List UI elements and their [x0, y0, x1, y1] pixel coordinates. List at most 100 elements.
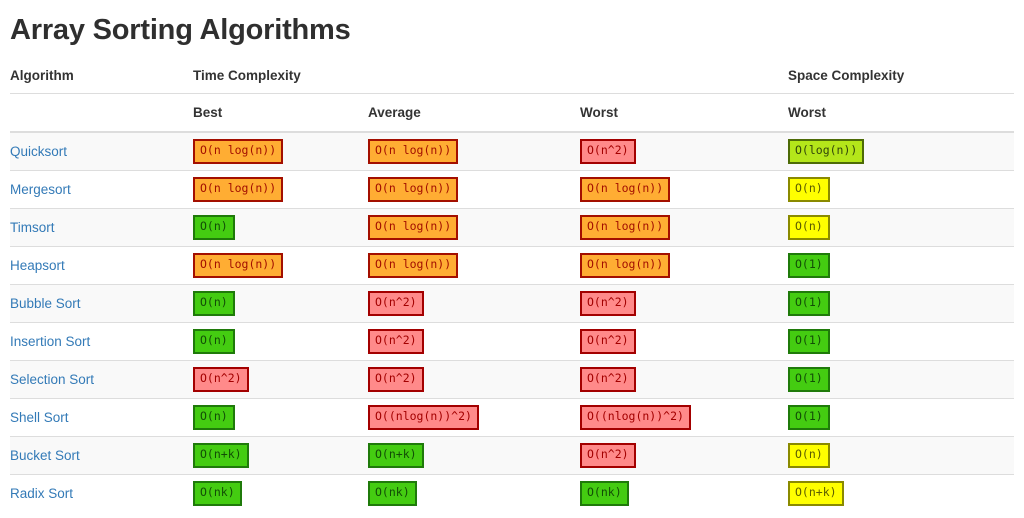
complexity-badge-worst: O(nk) [580, 481, 629, 506]
header-time-complexity-spacer-1 [368, 60, 580, 95]
cell-average: O(n log(n)) [368, 169, 580, 209]
cell-average: O(n+k) [368, 435, 580, 475]
complexity-badge-best: O(n log(n)) [193, 177, 284, 202]
table-sub-header-row: Best Average Worst Worst [10, 93, 1014, 134]
cell-worst: O((nlog(n))^2) [580, 397, 788, 437]
complexity-badge-best: O(n) [193, 329, 235, 354]
complexity-badge-space-worst: O(1) [788, 291, 830, 316]
cell-algorithm: Bucket Sort [10, 435, 193, 475]
algorithm-link[interactable]: Quicksort [10, 144, 67, 159]
complexity-badge-average: O(n^2) [368, 329, 424, 354]
complexity-badge-average: O(n log(n)) [368, 253, 459, 278]
complexity-badge-average: O(n log(n)) [368, 139, 459, 164]
cell-best: O(n) [193, 283, 368, 323]
complexity-badge-space-worst: O(1) [788, 405, 830, 430]
cell-average: O(nk) [368, 473, 580, 513]
table-row: Mergesort O(n log(n)) O(n log(n)) O(n log(n… [10, 169, 1014, 209]
complexity-badge-average: O(n^2) [368, 367, 424, 392]
algorithm-link[interactable]: Mergesort [10, 182, 71, 197]
cell-space-worst: O(1) [788, 397, 1014, 437]
table-header: Algorithm Time Complexity Space Complexi… [10, 60, 1014, 134]
cell-space-worst: O(n) [788, 169, 1014, 209]
cell-best: O(nk) [193, 473, 368, 513]
complexity-badge-worst: O(n log(n)) [580, 253, 671, 278]
algorithm-link[interactable]: Heapsort [10, 258, 65, 273]
complexity-badge-average: O((nlog(n))^2) [368, 405, 479, 430]
algorithm-link[interactable]: Timsort [10, 220, 55, 235]
cell-space-worst: O(n) [788, 207, 1014, 247]
cell-best: O(n) [193, 207, 368, 247]
header-space-complexity: Space Complexity [788, 60, 1014, 95]
complexity-badge-space-worst: O(1) [788, 253, 830, 278]
cell-space-worst: O(1) [788, 359, 1014, 399]
algorithm-link[interactable]: Insertion Sort [10, 334, 90, 349]
cell-worst: O(n^2) [580, 283, 788, 323]
cell-space-worst: O(n+k) [788, 473, 1014, 513]
cell-algorithm: Shell Sort [10, 397, 193, 437]
complexity-badge-worst: O(n log(n)) [580, 215, 671, 240]
complexity-badge-best: O(n) [193, 291, 235, 316]
cell-worst: O(nk) [580, 473, 788, 513]
complexity-badge-space-worst: O(n) [788, 215, 830, 240]
cell-average: O(n^2) [368, 283, 580, 323]
header-time-complexity-spacer-2 [580, 60, 788, 95]
cell-best: O(n+k) [193, 435, 368, 475]
complexity-table: Algorithm Time Complexity Space Complexi… [10, 60, 1014, 513]
complexity-badge-best: O(n^2) [193, 367, 249, 392]
cell-worst: O(n^2) [580, 132, 788, 170]
table-row: Timsort O(n) O(n log(n)) O(n log(n)) O(n) [10, 207, 1014, 247]
cell-space-worst: O(n) [788, 435, 1014, 475]
complexity-badge-average: O(n log(n)) [368, 177, 459, 202]
table-row: Insertion Sort O(n) O(n^2) O(n^2) O(1) [10, 321, 1014, 361]
cell-worst: O(n^2) [580, 321, 788, 361]
table-row: Bubble Sort O(n) O(n^2) O(n^2) O(1) [10, 283, 1014, 323]
complexity-badge-space-worst: O(n+k) [788, 481, 844, 506]
cell-space-worst: O(1) [788, 283, 1014, 323]
complexity-badge-space-worst: O(n) [788, 177, 830, 202]
complexity-badge-space-worst: O(log(n)) [788, 139, 865, 164]
cell-algorithm: Radix Sort [10, 473, 193, 513]
header-time-complexity: Time Complexity [193, 60, 368, 95]
cell-algorithm: Bubble Sort [10, 283, 193, 323]
cell-algorithm: Heapsort [10, 245, 193, 285]
table-row: Quicksort O(n log(n)) O(n log(n)) O(n^2) O(l… [10, 132, 1014, 171]
algorithm-link[interactable]: Bucket Sort [10, 448, 80, 463]
table-group-header-row: Algorithm Time Complexity Space Complexi… [10, 60, 1014, 95]
cell-algorithm: Insertion Sort [10, 321, 193, 361]
complexity-badge-average: O(n log(n)) [368, 215, 459, 240]
subheader-average: Average [368, 93, 580, 134]
algorithm-link[interactable]: Shell Sort [10, 410, 69, 425]
complexity-badge-worst: O((nlog(n))^2) [580, 405, 691, 430]
header-algorithm: Algorithm [10, 60, 193, 95]
algorithm-link[interactable]: Bubble Sort [10, 296, 81, 311]
complexity-badge-best: O(n) [193, 215, 235, 240]
algorithm-link[interactable]: Radix Sort [10, 486, 73, 501]
subheader-algorithm [10, 93, 193, 134]
complexity-badge-worst: O(n^2) [580, 443, 636, 468]
cell-worst: O(n log(n)) [580, 169, 788, 209]
complexity-badge-space-worst: O(1) [788, 367, 830, 392]
cell-average: O(n^2) [368, 359, 580, 399]
cell-average: O(n log(n)) [368, 132, 580, 170]
cell-space-worst: O(log(n)) [788, 132, 1014, 170]
cell-worst: O(n^2) [580, 435, 788, 475]
cell-space-worst: O(1) [788, 245, 1014, 285]
table-row: Bucket Sort O(n+k) O(n+k) O(n^2) O(n) [10, 435, 1014, 475]
algorithm-link[interactable]: Selection Sort [10, 372, 94, 387]
table-body: Quicksort O(n log(n)) O(n log(n)) O(n^2) O(l… [10, 132, 1014, 513]
cell-average: O(n log(n)) [368, 207, 580, 247]
complexity-badge-worst: O(n^2) [580, 139, 636, 164]
cell-average: O(n^2) [368, 321, 580, 361]
cell-average: O((nlog(n))^2) [368, 397, 580, 437]
complexity-badge-best: O(nk) [193, 481, 242, 506]
subheader-worst: Worst [580, 93, 788, 134]
cell-worst: O(n^2) [580, 359, 788, 399]
complexity-badge-worst: O(n^2) [580, 329, 636, 354]
cell-best: O(n log(n)) [193, 132, 368, 170]
cell-best: O(n) [193, 397, 368, 437]
complexity-badge-best: O(n log(n)) [193, 253, 284, 278]
complexity-badge-best: O(n) [193, 405, 235, 430]
page-title: Array Sorting Algorithms [10, 14, 351, 46]
cell-algorithm: Selection Sort [10, 359, 193, 399]
cell-best: O(n log(n)) [193, 169, 368, 209]
